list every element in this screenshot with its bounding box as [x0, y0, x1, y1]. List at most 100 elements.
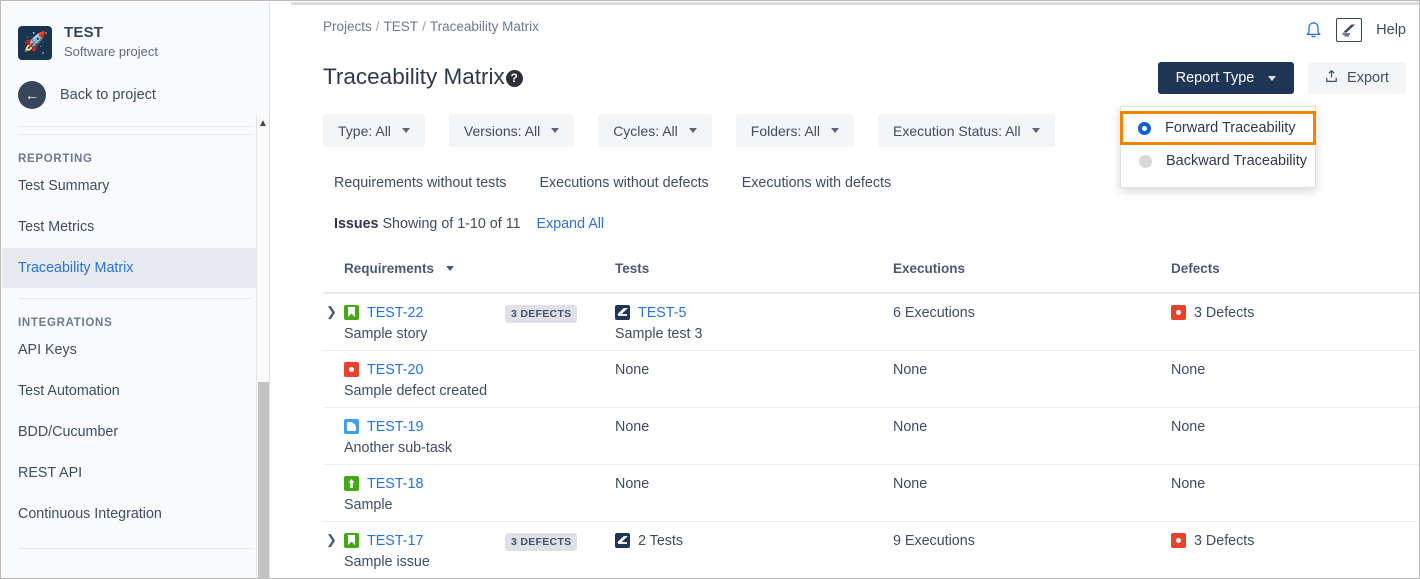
zephyr-logo-icon[interactable] [1336, 18, 1363, 42]
breadcrumb-item-test[interactable]: TEST [384, 19, 419, 34]
chevron-down-icon [401, 128, 410, 133]
project-name: TEST [64, 24, 104, 41]
chevron-down-icon [551, 128, 560, 133]
filter-cycles[interactable]: Cycles: All [598, 114, 712, 147]
cell-tests: 2 Tests [615, 522, 893, 578]
sidebar-scrollbar-thumb[interactable] [258, 382, 269, 578]
back-to-project-button[interactable]: ← Back to project [2, 61, 269, 109]
filter-folders[interactable]: Folders: All [735, 114, 855, 147]
quicklink-executions-without-defects[interactable]: Executions without defects [539, 175, 708, 191]
defects-value: 3 Defects [1194, 304, 1255, 321]
chevron-down-icon [688, 128, 697, 133]
header-actions: Help [1305, 18, 1406, 42]
cell-executions: 9 Executions [893, 522, 1171, 578]
sidebar-item-test-summary[interactable]: Test Summary [2, 166, 269, 206]
help-link[interactable]: Help [1376, 22, 1406, 38]
requirement-summary: Another sub-task [344, 440, 453, 456]
sidebar-item-rest-api[interactable]: REST API [2, 453, 269, 493]
expand-row-icon[interactable]: ❯ [326, 305, 337, 319]
top-divider [291, 2, 1419, 5]
chevron-down-icon [1031, 128, 1040, 133]
requirement-key-link[interactable]: TEST-20 [367, 362, 423, 378]
cell-executions: None [893, 351, 1171, 407]
story-icon [344, 533, 359, 548]
traceability-table: Requirements Tests Executions Defects ❯ … [323, 259, 1419, 578]
bell-icon[interactable] [1305, 21, 1322, 40]
cell-defects: None [1171, 351, 1419, 407]
page-title-text: Traceability Matrix [323, 64, 505, 89]
cell-defects: None [1171, 408, 1419, 464]
executions-value: None [893, 418, 928, 435]
tests-value: None [615, 475, 650, 492]
sidebar-item-bdd-cucumber[interactable]: BDD/Cucumber [2, 412, 269, 452]
export-button[interactable]: Export [1308, 62, 1406, 94]
chevron-down-icon [831, 128, 840, 133]
sidebar-item-test-metrics[interactable]: Test Metrics [2, 207, 269, 247]
quicklink-requirements-without-tests[interactable]: Requirements without tests [334, 175, 506, 191]
menu-item-forward-traceability[interactable]: Forward Traceability [1120, 111, 1316, 145]
chevron-up-icon[interactable]: ▲ [257, 118, 269, 130]
cell-defects: None [1171, 465, 1419, 521]
requirement-key-link[interactable]: TEST-18 [367, 476, 423, 492]
executions-value: None [893, 475, 928, 492]
filter-versions[interactable]: Versions: All [448, 114, 575, 147]
column-header-requirements[interactable]: Requirements [323, 259, 615, 276]
table-row: TEST-19 Another sub-task None None None [323, 408, 1419, 465]
bug-icon [1171, 533, 1186, 548]
column-header-executions: Executions [893, 261, 966, 276]
menu-item-forward-label: Forward Traceability [1165, 120, 1296, 136]
menu-item-backward-traceability[interactable]: Backward Traceability [1121, 145, 1315, 177]
expand-row-icon[interactable]: ❯ [326, 533, 337, 547]
test-icon [615, 533, 630, 548]
breadcrumb-item-current: Traceability Matrix [429, 19, 539, 34]
filter-execution-status[interactable]: Execution Status: All [878, 114, 1055, 147]
rocket-icon: 🚀 [18, 25, 52, 60]
tests-value: None [615, 418, 650, 435]
executions-value: 6 Executions [893, 304, 975, 321]
cell-requirement: ❯ TEST-22 Sample story 3 DEFECTS [323, 294, 615, 350]
filter-type[interactable]: Type: All [323, 114, 425, 147]
tests-value: 2 Tests [638, 532, 684, 549]
issues-showing: Showing of 1-10 of 11 [382, 216, 521, 232]
requirement-key-link[interactable]: TEST-19 [367, 419, 423, 435]
quicklink-executions-with-defects[interactable]: Executions with defects [742, 175, 891, 191]
table-header-row: Requirements Tests Executions Defects [323, 259, 1419, 294]
cell-defects: 3 Defects [1171, 294, 1419, 350]
sidebar-scrollbar[interactable]: ▲ [256, 116, 269, 578]
cell-executions: 6 Executions [893, 294, 1171, 350]
requirement-key-link[interactable]: TEST-17 [367, 533, 423, 549]
sidebar-item-continuous-integration[interactable]: Continuous Integration [2, 494, 269, 534]
breadcrumb-separator-2: / [422, 19, 426, 34]
story-icon [344, 305, 359, 320]
table-row: ❯ TEST-17 Sample issue 3 DEFECTS 2 Tests… [323, 522, 1419, 578]
filter-cycles-label: Cycles: All [613, 122, 678, 139]
cell-executions: None [893, 408, 1171, 464]
sidebar-item-traceability-matrix[interactable]: Traceability Matrix [2, 248, 264, 288]
improvement-icon [344, 476, 359, 491]
breadcrumb-separator-1: / [375, 19, 380, 34]
requirement-key-link[interactable]: TEST-22 [367, 305, 423, 321]
sidebar-item-test-automation[interactable]: Test Automation [2, 371, 269, 411]
question-mark-icon[interactable]: ? [505, 69, 523, 87]
defects-value: None [1171, 361, 1206, 378]
tests-value: None [615, 361, 650, 378]
filter-bar: Type: All Versions: All Cycles: All Fold… [323, 114, 1079, 147]
status-badge: 3 DEFECTS [505, 305, 578, 323]
sidebar-section-reporting: REPORTING [18, 153, 93, 165]
table-row: TEST-18 Sample None None None [323, 465, 1419, 522]
filter-execution-status-label: Execution Status: All [893, 122, 1021, 139]
table-row: ❯ TEST-22 Sample story 3 DEFECTS TEST-5 … [323, 294, 1419, 351]
sidebar-divider-bottom [18, 548, 251, 549]
report-type-button[interactable]: Report Type [1158, 62, 1294, 94]
breadcrumb-item-projects[interactable]: Projects [323, 19, 372, 34]
back-to-project-label: Back to project [60, 87, 156, 103]
sidebar-item-api-keys[interactable]: API Keys [2, 330, 269, 370]
test-key-link[interactable]: TEST-5 [638, 305, 686, 321]
cell-defects: 3 Defects [1171, 522, 1419, 578]
breadcrumb: Projects / TEST / Traceability Matrix [323, 19, 539, 34]
status-badge: 3 DEFECTS [505, 533, 578, 551]
expand-all-link[interactable]: Expand All [537, 216, 605, 232]
project-header: 🚀 TEST Software project [2, 2, 269, 61]
app-window: 🚀 TEST Software project ← Back to projec… [0, 0, 1420, 579]
cell-requirement: TEST-19 Another sub-task [323, 408, 615, 464]
